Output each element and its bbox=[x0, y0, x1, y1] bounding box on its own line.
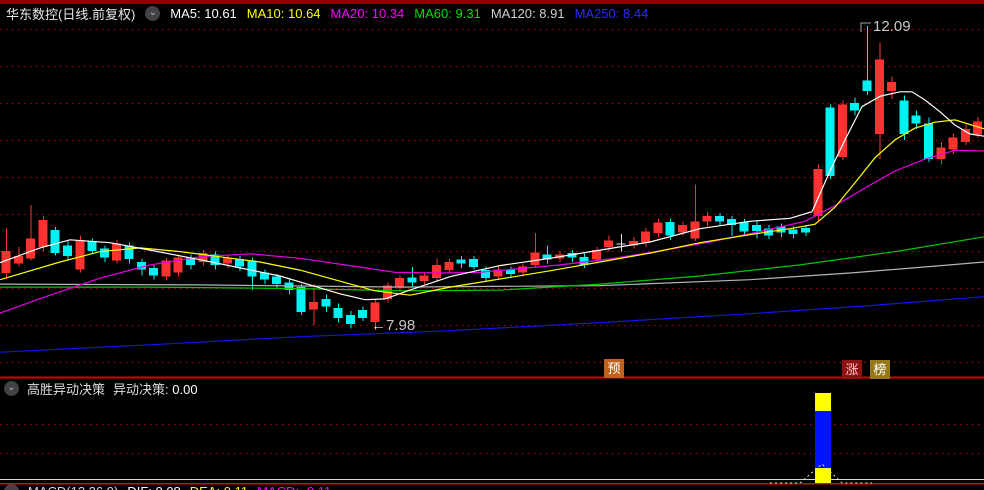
sub-panel-title: 高胜异动决策 bbox=[27, 382, 106, 397]
ma250-readout: MA250: 8.44 bbox=[574, 6, 649, 21]
stock-title: 华东数控(日线.前复权) bbox=[6, 7, 136, 22]
macd-footer-row: ⌄ MACD(12,26,9) DIF: 0.08 DEA: 0.11 MACD… bbox=[0, 484, 331, 490]
badge-zhang-marker[interactable]: 涨 bbox=[842, 360, 862, 379]
sub-indicator-readout: 异动决策: 0.00 bbox=[113, 382, 198, 397]
ma10-readout: MA10: 10.64 bbox=[246, 6, 321, 21]
main-chart[interactable] bbox=[0, 0, 984, 490]
macd-readout: MACD: -0.11 bbox=[257, 484, 331, 490]
dea-readout: DEA: 0.11 bbox=[190, 484, 248, 490]
low-price-label: ←7.98 bbox=[371, 317, 416, 334]
chevron-down-icon[interactable]: ⌄ bbox=[4, 484, 19, 490]
ma5-readout: MA5: 10.61 bbox=[170, 6, 237, 21]
chevron-down-icon[interactable]: ⌄ bbox=[4, 381, 19, 396]
chart-header: 华东数控(日线.前复权) ⌄ MA5: 10.61 MA10: 10.64 MA… bbox=[0, 0, 984, 24]
macd-params: MACD(12,26,9) bbox=[28, 484, 118, 490]
app-window: 华东数控(日线.前复权) ⌄ MA5: 10.61 MA10: 10.64 MA… bbox=[0, 0, 984, 490]
left-arrow-icon: ← bbox=[371, 317, 386, 334]
badge-bang-marker[interactable]: 榜 bbox=[870, 360, 890, 379]
sub-panel-header: ⌄ 高胜异动决策 异动决策: 0.00 bbox=[0, 379, 198, 398]
high-price-label: 12.09 bbox=[873, 18, 911, 35]
chevron-down-icon[interactable]: ⌄ bbox=[145, 6, 161, 21]
ma120-readout: MA120: 8.91 bbox=[490, 6, 565, 21]
ma20-readout: MA20: 10.34 bbox=[330, 6, 405, 21]
badge-yu-marker[interactable]: 预 bbox=[604, 359, 624, 378]
dif-readout: DIF: 0.08 bbox=[127, 484, 180, 490]
ma60-readout: MA60: 9.31 bbox=[414, 6, 481, 21]
